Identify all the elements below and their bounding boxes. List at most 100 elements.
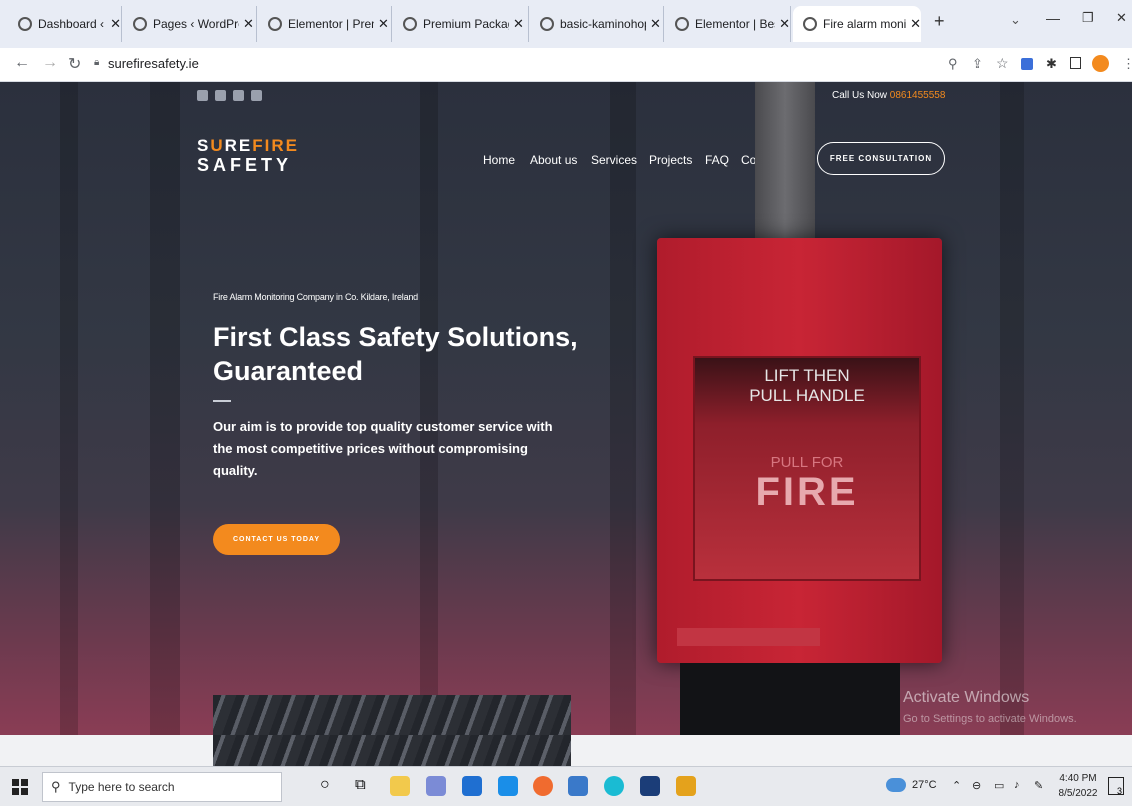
paint-icon[interactable] <box>426 776 446 796</box>
call-label: Call Us Now <box>832 90 888 101</box>
close-icon[interactable]: ✕ <box>910 16 921 32</box>
globe-icon <box>540 17 554 31</box>
tab-pages[interactable]: Pages ‹ WordPre ✕ <box>123 6 257 42</box>
address-bar: ← → ↻ 🔒︎ surefiresafety.ie ⚲ ⇪ ☆ ✱ ⋮ <box>0 48 1132 82</box>
tab-title: Elementor | Besp <box>695 17 775 31</box>
youtube-icon[interactable] <box>215 90 226 101</box>
puzzle-icon[interactable]: ✱ <box>1046 56 1057 72</box>
instagram-icon[interactable] <box>197 90 208 101</box>
tab-fire-alarm[interactable]: Fire alarm monit ✕ <box>793 6 921 42</box>
tab-title: Dashboard ‹ Wor <box>38 17 106 31</box>
call-number[interactable]: 0861455558 <box>890 90 946 101</box>
tab-title: basic-kaminohop <box>560 17 646 31</box>
share-icon[interactable]: ⇪ <box>972 56 983 72</box>
wall-texture <box>150 82 180 735</box>
nav-projects[interactable]: Projects <box>649 153 692 167</box>
minimize-icon[interactable]: — <box>1046 10 1060 26</box>
hero-section: Call Us Now 0861455558 SUREFIRE SAFETY H… <box>0 82 1132 735</box>
close-icon[interactable]: ✕ <box>513 16 524 32</box>
back-icon[interactable]: ← <box>14 54 30 72</box>
store-icon[interactable] <box>676 776 696 796</box>
alarm-text: LIFT THEN PULL HANDLE <box>695 366 919 406</box>
edge-icon[interactable] <box>604 776 624 796</box>
logo-top[interactable]: SUREFIRE <box>197 136 299 156</box>
tab-premium-package[interactable]: Premium Packag ✕ <box>393 6 529 42</box>
facebook-icon[interactable] <box>233 90 244 101</box>
notes-icon[interactable] <box>568 776 588 796</box>
mail-icon[interactable] <box>462 776 482 796</box>
chrome-icon[interactable] <box>533 776 553 796</box>
twitter-icon[interactable] <box>251 90 262 101</box>
start-icon[interactable] <box>12 779 28 795</box>
close-icon[interactable]: ✕ <box>779 16 790 32</box>
reload-icon[interactable]: ↻ <box>68 54 81 74</box>
chevron-up-icon[interactable]: ⌃ <box>952 779 961 792</box>
nav-about[interactable]: About us <box>530 153 577 167</box>
tab-elementor-prem[interactable]: Elementor | Prem ✕ <box>258 6 392 42</box>
close-icon[interactable]: ✕ <box>378 16 389 32</box>
contact-us-button[interactable]: CONTACT US TODAY <box>213 524 340 555</box>
close-icon[interactable]: ✕ <box>243 16 254 32</box>
logo-letter: U <box>210 136 225 155</box>
tab-dashboard[interactable]: Dashboard ‹ Wor ✕ <box>8 6 122 42</box>
globe-icon <box>133 17 147 31</box>
cortana-icon[interactable]: ○ <box>320 776 330 794</box>
menu-icon[interactable]: ⋮ <box>1122 56 1132 72</box>
close-window-icon[interactable]: ✕ <box>1116 10 1127 26</box>
battery-icon[interactable]: ▭ <box>994 779 1004 792</box>
zoom-icon[interactable]: ⚲ <box>948 56 958 72</box>
tab-title: Fire alarm monit <box>823 17 907 31</box>
tab-elementor-besp[interactable]: Elementor | Besp ✕ <box>665 6 791 42</box>
search-icon: ⚲ <box>51 779 61 794</box>
url-field[interactable]: surefiresafety.ie <box>108 56 199 71</box>
volume-icon[interactable]: ♪ <box>1014 779 1020 791</box>
wall-texture <box>60 82 78 735</box>
fire-alarm-image: LIFT THEN PULL HANDLE PULL FOR FIRE <box>657 238 942 663</box>
tab-title: Elementor | Prem <box>288 17 374 31</box>
temperature[interactable]: 27°C <box>912 779 937 791</box>
divider <box>213 400 231 402</box>
file-explorer-icon[interactable] <box>390 776 410 796</box>
weather-icon[interactable] <box>886 778 906 792</box>
clock-date: 8/5/2022 <box>1058 788 1098 799</box>
pen-icon[interactable]: ✎ <box>1034 779 1043 792</box>
wall-texture <box>1000 82 1024 735</box>
task-view-icon[interactable]: ⧉ <box>355 776 366 793</box>
tab-title: Premium Packag <box>423 17 509 31</box>
nav-faq[interactable]: FAQ <box>705 153 729 167</box>
nav-services[interactable]: Services <box>591 153 637 167</box>
new-tab-button[interactable]: + <box>934 11 945 32</box>
notification-icon[interactable]: 3 <box>1108 777 1124 796</box>
skype-icon[interactable] <box>498 776 518 796</box>
close-icon[interactable]: ✕ <box>110 16 121 32</box>
globe-icon <box>675 17 689 31</box>
alarm-base <box>677 628 820 646</box>
tab-title: Pages ‹ WordPre <box>153 17 239 31</box>
maximize-icon[interactable]: ❐ <box>1082 10 1094 26</box>
tab-strip: Dashboard ‹ Wor ✕ Pages ‹ WordPre ✕ Elem… <box>0 0 1132 48</box>
notification-count: 3 <box>1116 786 1122 796</box>
avatar[interactable] <box>1092 55 1109 72</box>
nav-home[interactable]: Home <box>483 153 515 167</box>
alarm-line: PULL FOR <box>770 454 844 471</box>
taskbar-search[interactable]: ⚲ Type here to search <box>42 772 282 802</box>
activate-windows-title: Activate Windows <box>903 689 1030 706</box>
photoshop-icon[interactable] <box>640 776 660 796</box>
network-icon[interactable]: ⊖ <box>972 779 981 792</box>
globe-icon <box>268 17 282 31</box>
free-consultation-button[interactable]: FREE CONSULTATION <box>817 142 945 175</box>
bookmark-star-icon[interactable]: ☆ <box>996 55 1009 72</box>
tab-basic-kaminohop[interactable]: basic-kaminohop ✕ <box>530 6 664 42</box>
hero-headline: First Class Safety Solutions, Guaranteed <box>213 322 578 386</box>
logo-bottom[interactable]: SAFETY <box>197 155 292 176</box>
clock[interactable]: 4:40 PM 8/5/2022 <box>1058 771 1098 801</box>
tab-search-icon[interactable]: ⌄ <box>1010 12 1021 28</box>
roof-photo <box>213 695 571 735</box>
logo-fire: FIRE <box>252 136 299 155</box>
sidepanel-icon[interactable] <box>1070 57 1081 69</box>
taskbar: ⚲ Type here to search ○ ⧉ 27°C ⌃ ⊖ ▭ ♪ ✎… <box>0 766 1132 806</box>
extension-icon[interactable] <box>1021 58 1033 70</box>
wall-texture <box>610 82 636 735</box>
forward-icon[interactable]: → <box>42 54 58 72</box>
close-icon[interactable]: ✕ <box>650 16 661 32</box>
